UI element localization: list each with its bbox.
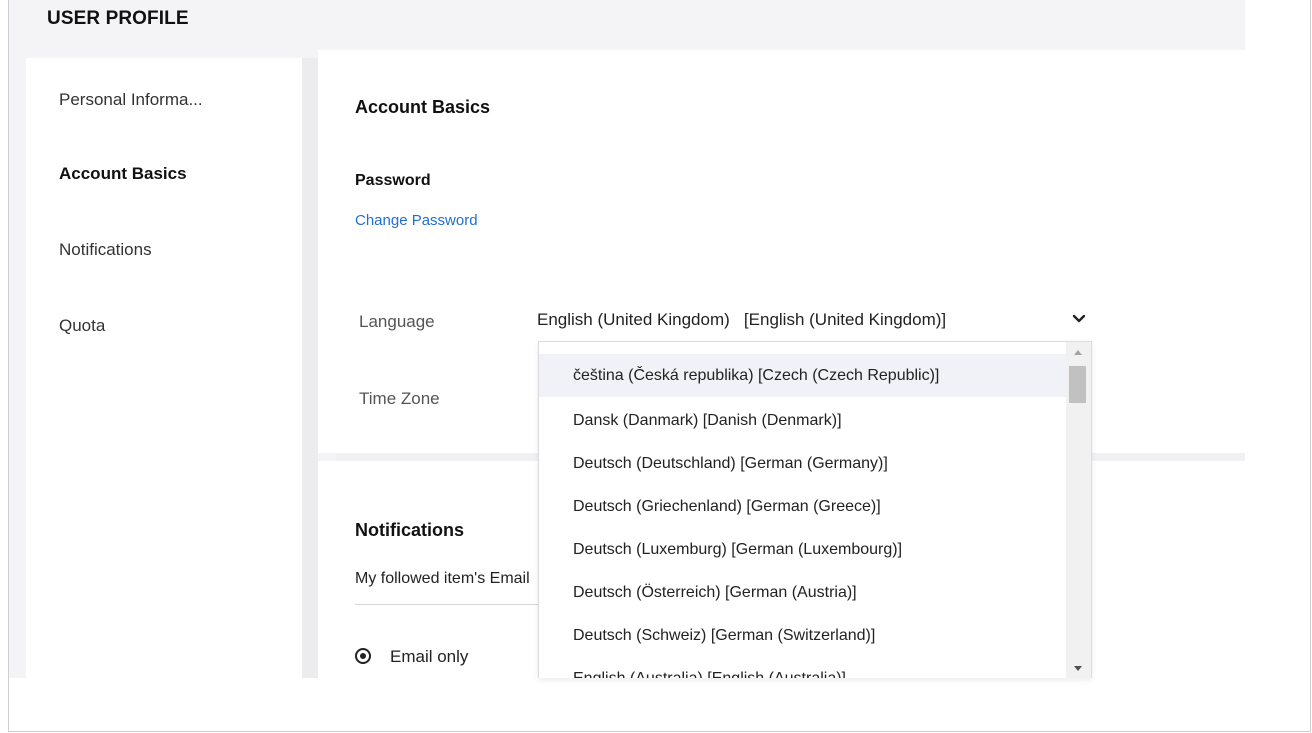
account-basics-heading: Account Basics — [355, 97, 491, 117]
page-title: USER PROFILE — [47, 8, 189, 29]
scroll-up-arrow-icon[interactable] — [1074, 350, 1082, 355]
language-option[interactable]: Deutsch (Österreich) [German (Austria)] — [539, 571, 1067, 614]
language-option[interactable]: Deutsch (Deutschland) [German (Germany)] — [539, 442, 1067, 485]
chevron-down-icon[interactable] — [1072, 312, 1086, 326]
scroll-down-arrow-icon[interactable] — [1074, 666, 1082, 671]
sidebar-item-personal-information[interactable]: Personal Informa... — [59, 90, 203, 110]
password-label: Password — [355, 172, 431, 189]
language-option[interactable]: čeština (Česká republika) [Czech (Czech … — [539, 354, 1067, 397]
page-header: USER PROFILE — [9, 0, 1245, 50]
time-zone-label: Time Zone — [359, 389, 440, 408]
sidebar-item-account-basics[interactable]: Account Basics — [59, 164, 187, 184]
language-dropdown-list[interactable]: čeština (Česká republika) [Czech (Czech … — [538, 341, 1092, 678]
sidebar-item-notifications[interactable]: Notifications — [59, 240, 152, 260]
language-option[interactable]: Deutsch (Griechenland) [German (Greece)] — [539, 485, 1067, 528]
scrollbar-thumb[interactable] — [1069, 366, 1086, 403]
language-option[interactable]: English (Australia) [English (Australia)… — [539, 657, 1067, 678]
radio-selected-icon[interactable] — [355, 648, 371, 664]
language-select-value: English (United Kingdom) [English (Unite… — [537, 310, 947, 329]
sidebar-divider — [302, 58, 318, 678]
language-label: Language — [359, 312, 435, 331]
language-select[interactable]: English (United Kingdom) [English (Unite… — [537, 308, 1092, 336]
dropdown-scrollbar[interactable] — [1066, 342, 1091, 678]
language-option[interactable]: Dansk (Danmark) [Danish (Denmark)] — [539, 399, 1067, 442]
notifications-heading: Notifications — [355, 520, 465, 540]
notification-type-field[interactable]: My followed item's Email — [355, 566, 555, 605]
notification-type-value: My followed item's Email — [355, 570, 530, 587]
radio-email-only-label: Email only — [390, 647, 469, 666]
sidebar-item-quota[interactable]: Quota — [59, 316, 105, 336]
sidebar: Personal Informa... Account Basics Notif… — [26, 58, 302, 678]
language-option[interactable]: Deutsch (Luxemburg) [German (Luxembourg)… — [539, 528, 1067, 571]
change-password-link[interactable]: Change Password — [355, 212, 478, 229]
language-option[interactable]: Deutsch (Schweiz) [German (Switzerland)] — [539, 614, 1067, 657]
